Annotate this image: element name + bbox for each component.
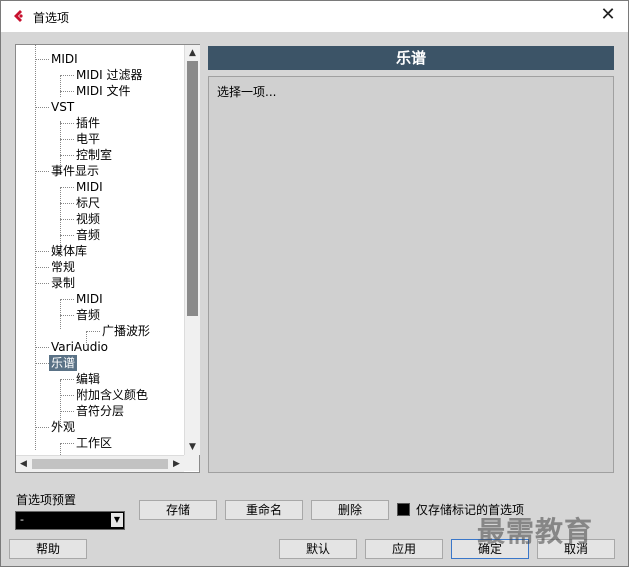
tree-item-vst[interactable]: VST <box>51 99 74 115</box>
close-icon: ✕ <box>600 4 616 25</box>
tree-item-editing[interactable]: 编辑 <box>76 371 100 387</box>
tree-item-variaudio[interactable]: VariAudio <box>51 339 108 355</box>
presets-current-value: - <box>20 513 24 526</box>
tree-item-event-midi[interactable]: MIDI <box>76 179 103 195</box>
vertical-scroll-thumb[interactable] <box>187 61 198 316</box>
tree-vertical-scrollbar[interactable]: ▲ ▼ <box>184 45 200 455</box>
tree-item-video[interactable]: 视频 <box>76 211 100 227</box>
preferences-dialog: 首选项 ✕ MIDI MIDI 过滤器 MIDI 文件 VST 插件 电平 控制… <box>0 0 629 567</box>
apply-button[interactable]: 应用 <box>365 539 443 559</box>
window-title: 首选项 <box>33 11 70 25</box>
scrollbar-corner <box>184 455 199 471</box>
presets-label: 首选项预置 <box>16 493 77 507</box>
store-marked-only-checkbox[interactable] <box>397 503 410 516</box>
tree-item-mediabay[interactable]: 媒体库 <box>51 243 87 259</box>
panel-hint: 选择一项... <box>217 85 277 99</box>
tree-item-event-display[interactable]: 事件显示 <box>51 163 99 179</box>
tree-horizontal-scrollbar[interactable]: ◀ ▶ <box>16 455 184 472</box>
tree-item-record[interactable]: 录制 <box>51 275 75 291</box>
presets-dropdown[interactable]: - ▼ <box>15 511 125 530</box>
tree-item-event-audio[interactable]: 音频 <box>76 227 100 243</box>
tree-item-score[interactable]: 乐谱 <box>49 355 78 371</box>
tree-item-plugins[interactable]: 插件 <box>76 115 100 131</box>
title-bar: 首选项 ✕ <box>1 1 628 32</box>
delete-button[interactable]: 删除 <box>311 500 389 520</box>
watermark-text: 最需教育 <box>477 515 594 548</box>
panel-title: 乐谱 <box>208 46 614 70</box>
tree-item-ruler[interactable]: 标尺 <box>76 195 100 211</box>
tree-viewport: MIDI MIDI 过滤器 MIDI 文件 VST 插件 电平 控制室 事件显示… <box>16 45 184 455</box>
scroll-down-arrow-icon[interactable]: ▼ <box>185 439 200 455</box>
default-button[interactable]: 默认 <box>279 539 357 559</box>
tree-item-work-area[interactable]: 工作区 <box>76 435 112 451</box>
tree-item-note-colors[interactable]: 附加含义颜色 <box>76 387 148 403</box>
dialog-content: MIDI MIDI 过滤器 MIDI 文件 VST 插件 电平 控制室 事件显示… <box>1 32 628 566</box>
chevron-down-icon[interactable]: ▼ <box>111 513 123 527</box>
rename-button[interactable]: 重命名 <box>225 500 303 520</box>
horizontal-scroll-thumb[interactable] <box>32 459 168 469</box>
settings-panel: 选择一项... <box>208 76 614 473</box>
tree-item-midi-file[interactable]: MIDI 文件 <box>76 83 131 99</box>
scroll-left-arrow-icon[interactable]: ◀ <box>16 456 31 472</box>
store-button[interactable]: 存储 <box>139 500 217 520</box>
cubase-logo-icon <box>14 10 23 22</box>
tree-item-midi[interactable]: MIDI <box>51 51 78 67</box>
tree-item-general[interactable]: 常规 <box>51 259 75 275</box>
tree-item-broadcast-wave[interactable]: 广播波形 <box>102 323 150 339</box>
help-button[interactable]: 帮助 <box>9 539 87 559</box>
close-button[interactable]: ✕ <box>598 5 618 25</box>
tree-item-record-audio[interactable]: 音频 <box>76 307 100 323</box>
tree-item-midi-filter[interactable]: MIDI 过滤器 <box>76 67 143 83</box>
preferences-tree: MIDI MIDI 过滤器 MIDI 文件 VST 插件 电平 控制室 事件显示… <box>15 44 200 473</box>
tree-item-control-room[interactable]: 控制室 <box>76 147 112 163</box>
tree-item-meters[interactable]: 电平 <box>76 131 100 147</box>
tree-item-appearance[interactable]: 外观 <box>51 419 75 435</box>
scroll-up-arrow-icon[interactable]: ▲ <box>185 45 200 61</box>
tree-item-note-layers[interactable]: 音符分层 <box>76 403 124 419</box>
scroll-right-arrow-icon[interactable]: ▶ <box>169 456 184 472</box>
tree-item-record-midi[interactable]: MIDI <box>76 291 103 307</box>
